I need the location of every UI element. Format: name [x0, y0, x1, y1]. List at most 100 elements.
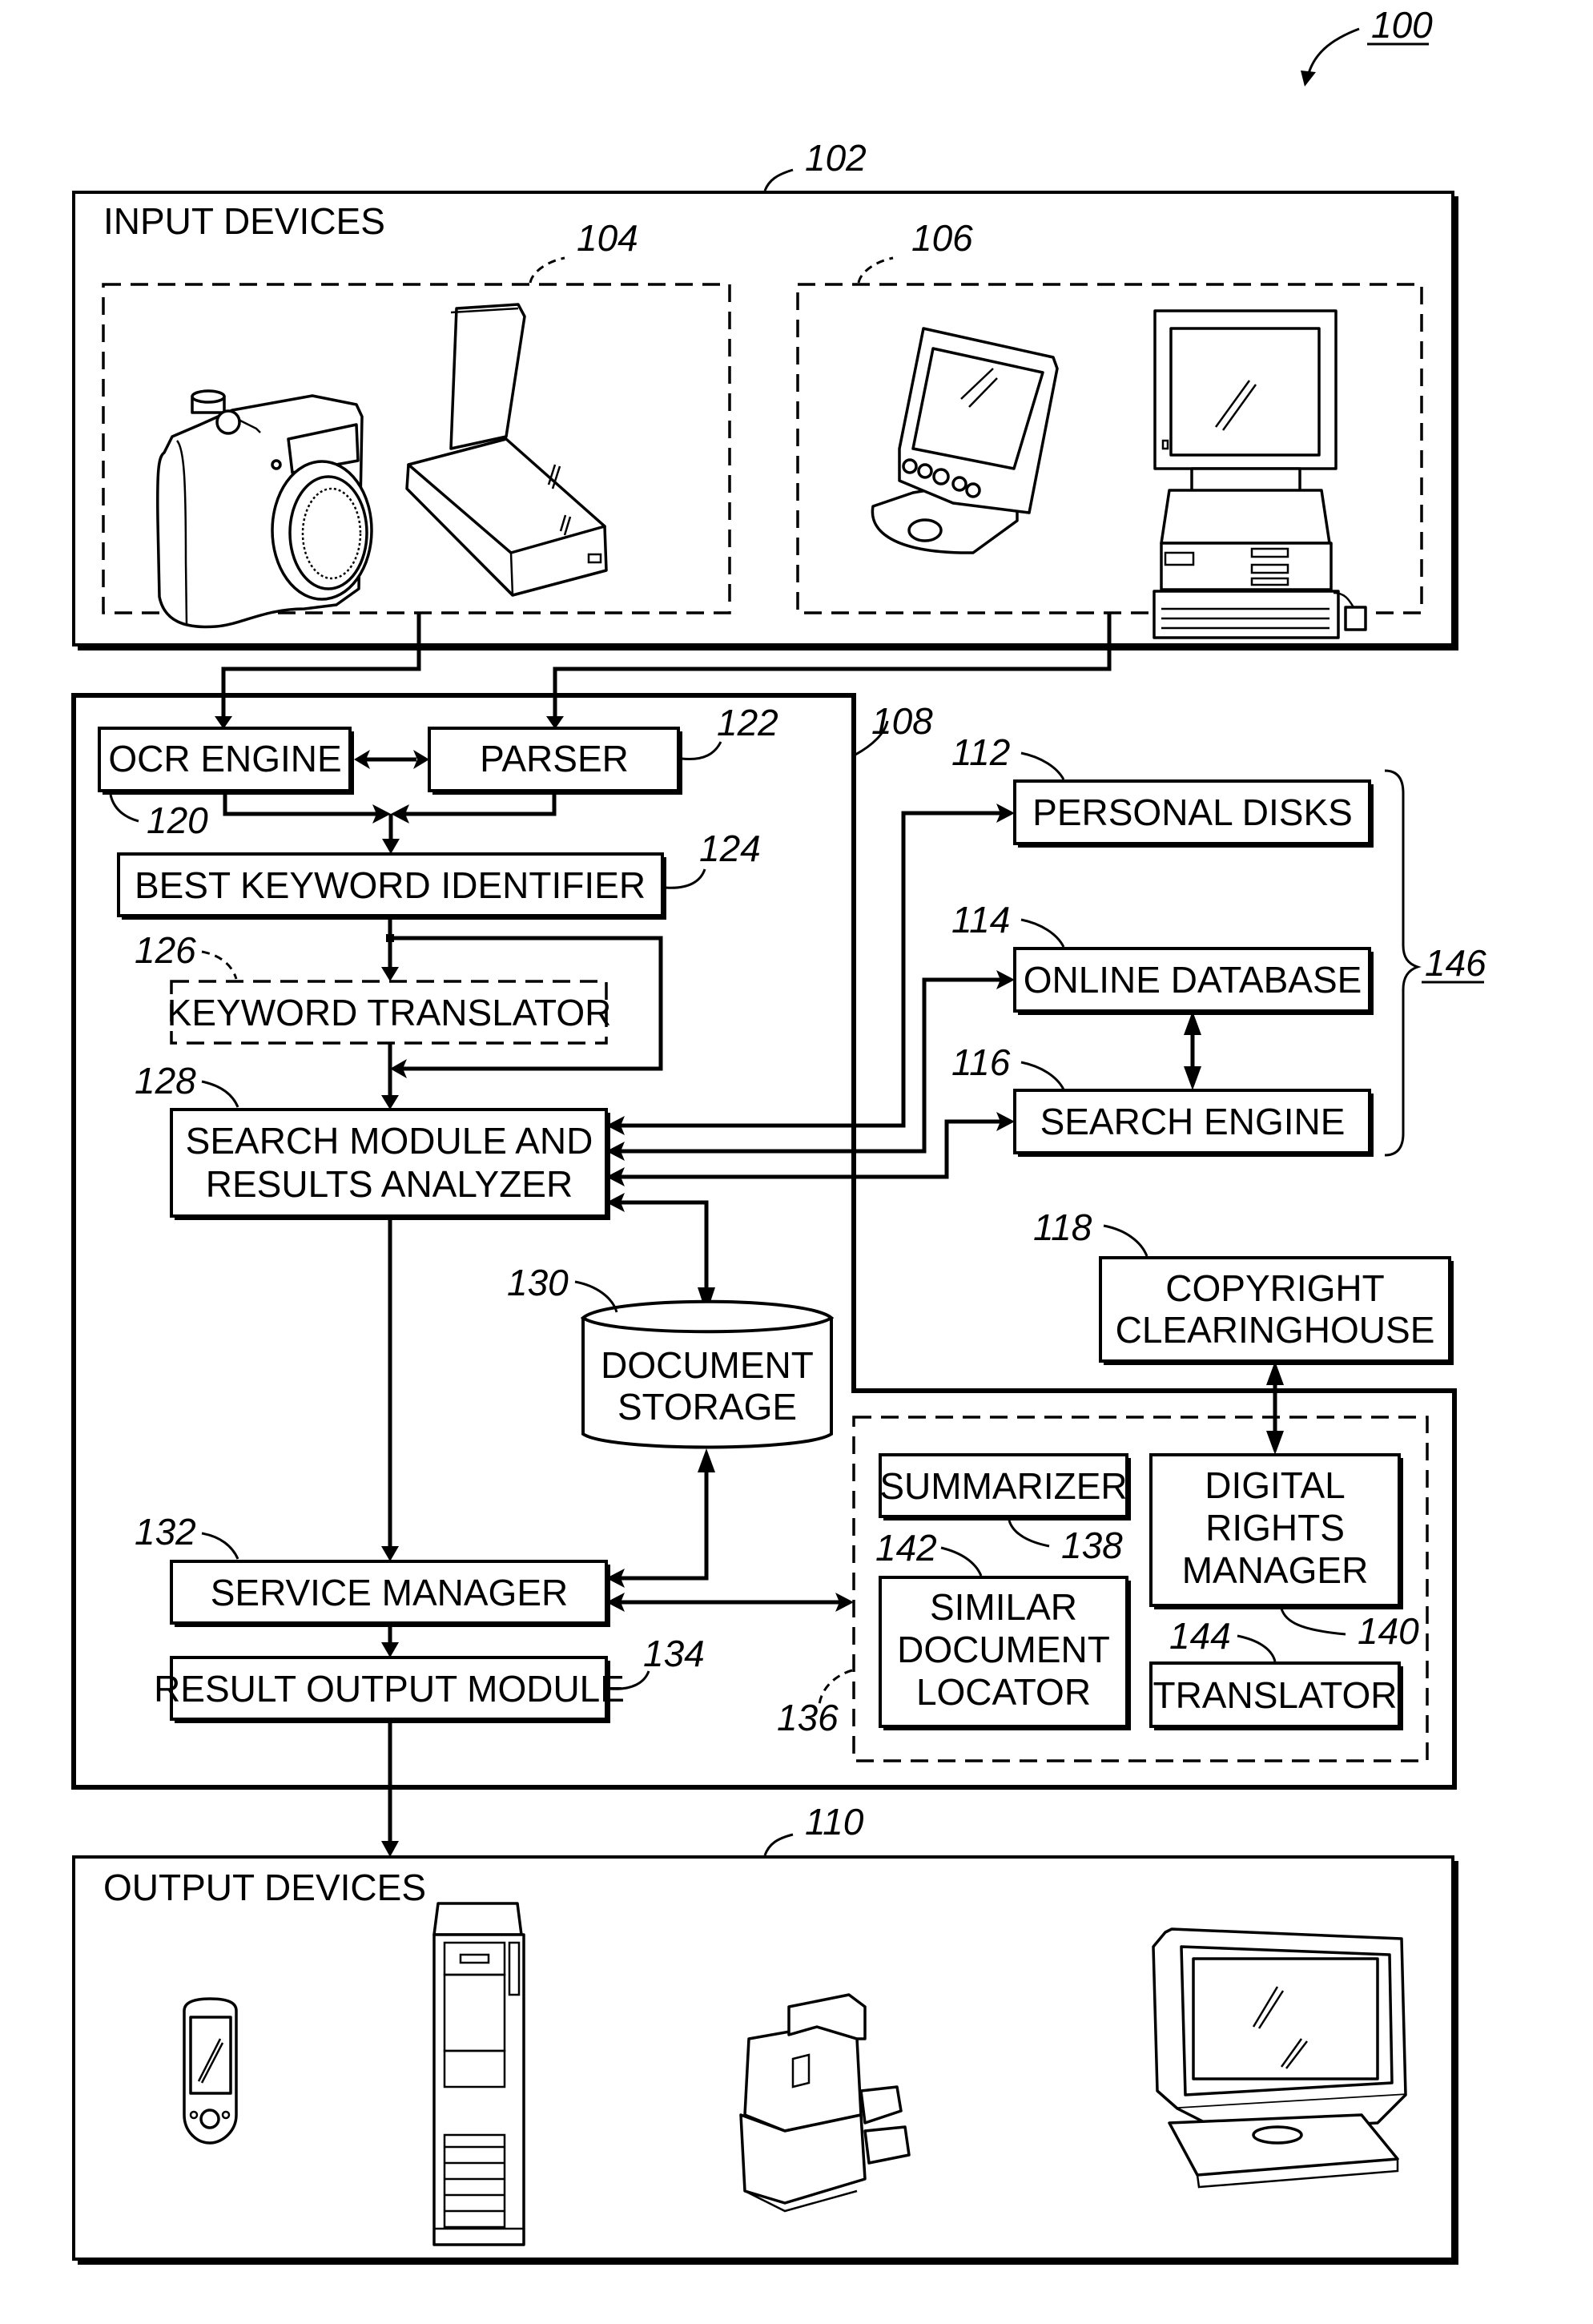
ref-130: 130 — [507, 1262, 569, 1303]
ref-136: 136 — [777, 1697, 839, 1738]
leader-114 — [1020, 918, 1065, 948]
input-devices-title: INPUT DEVICES — [103, 200, 385, 242]
ref-114: 114 — [951, 899, 1010, 940]
translator-box: TRANSLATOR — [1149, 1661, 1403, 1730]
translator-label: TRANSLATOR — [1153, 1674, 1397, 1716]
ref-122: 122 — [717, 702, 778, 743]
leader-118 — [1103, 1224, 1148, 1257]
document-storage-label-line1: DOCUMENT — [601, 1344, 814, 1386]
similar-doc-label-line1: SIMILAR — [930, 1586, 1077, 1628]
arrow-head-icon — [381, 967, 399, 981]
search-module-box: SEARCH MODULE AND RESULTS ANALYZER — [170, 1108, 610, 1220]
figure-ref-100: 100 — [1301, 4, 1433, 87]
keyword-translator-label: KEYWORD TRANSLATOR — [167, 992, 612, 1033]
ref-134: 134 — [643, 1633, 705, 1674]
search-engine-box: SEARCH ENGINE — [1013, 1089, 1374, 1157]
similar-doc-label-line2: DOCUMENT — [897, 1629, 1110, 1670]
copyright-clearinghouse-box: COPYRIGHT CLEARINGHOUSE — [1099, 1256, 1454, 1365]
search-module-label-line1: SEARCH MODULE AND — [186, 1120, 593, 1162]
connector-search-personal-disks — [621, 811, 1005, 1128]
search-module-label-line2: RESULTS ANALYZER — [206, 1163, 573, 1205]
tower-server-icon — [432, 1902, 525, 2246]
ref-112: 112 — [951, 731, 1010, 773]
leader-102 — [763, 168, 794, 191]
leader-128 — [201, 1080, 239, 1108]
arrow-head-icon — [381, 1642, 399, 1657]
output-devices-title: OUTPUT DEVICES — [103, 1867, 426, 1908]
digital-rights-manager-box: DIGITAL RIGHTS MANAGER — [1149, 1453, 1403, 1609]
connector-result-to-output — [381, 1723, 399, 1857]
copyright-label-line2: CLEARINGHOUSE — [1116, 1309, 1435, 1351]
connector-storage-service — [606, 1448, 715, 1588]
drm-label-line1: DIGITAL — [1205, 1464, 1346, 1506]
arrow-head-icon — [698, 1448, 715, 1472]
ref-118: 118 — [1033, 1206, 1092, 1248]
leader-116 — [1020, 1061, 1065, 1090]
ref-138: 138 — [1061, 1524, 1123, 1566]
arrow-head-icon — [381, 1095, 399, 1110]
best-keyword-identifier-label: BEST KEYWORD IDENTIFIER — [135, 864, 646, 906]
ocr-engine-label: OCR ENGINE — [108, 738, 341, 779]
ref-leader — [1306, 27, 1360, 77]
output-devices-panel: OUTPUT DEVICES 110 — [72, 1801, 1458, 2265]
personal-disks-label: PERSONAL DISKS — [1032, 791, 1353, 833]
ref-128: 128 — [135, 1060, 196, 1102]
connector-translator-to-search — [381, 1043, 399, 1110]
leader-144 — [1237, 1634, 1277, 1662]
leader-140 — [1280, 1608, 1346, 1636]
ref-146: 146 — [1425, 942, 1486, 984]
arrow-head-icon — [1184, 1066, 1201, 1090]
ocr-engine-box: OCR ENGINE — [98, 727, 354, 795]
ref-106: 106 — [911, 217, 973, 259]
personal-disks-box: PERSONAL DISKS — [1013, 779, 1374, 848]
ref-126: 126 — [135, 929, 196, 971]
leader-126 — [201, 950, 238, 980]
connector-service-to-services — [606, 1593, 854, 1612]
document-storage-label-line2: STORAGE — [617, 1386, 797, 1428]
leader-110 — [763, 1833, 794, 1856]
ref-110: 110 — [805, 1801, 864, 1843]
arrow-head-icon — [382, 839, 400, 854]
system-diagram: 100 INPUT DEVICES 102 104 106 108 OCR EN… — [71, 4, 1486, 2265]
ref-104: 104 — [577, 217, 638, 259]
ref-140: 140 — [1358, 1610, 1419, 1652]
connector-db-search-engine — [1184, 1011, 1201, 1090]
ref-116: 116 — [951, 1041, 1011, 1083]
arrow-head-icon — [1301, 70, 1316, 87]
online-database-label: ONLINE DATABASE — [1024, 959, 1362, 1001]
similar-doc-label-line3: LOCATOR — [916, 1671, 1091, 1713]
keyword-translator-box: KEYWORD TRANSLATOR — [167, 980, 612, 1045]
leader-132 — [201, 1532, 239, 1560]
arrow-head-icon — [381, 1841, 399, 1857]
ref-102: 102 — [805, 137, 867, 179]
arrow-head-icon — [1266, 1431, 1284, 1455]
copyright-label-line1: COPYRIGHT — [1165, 1267, 1384, 1309]
best-keyword-identifier-box: BEST KEYWORD IDENTIFIER — [117, 852, 666, 920]
ref-label: 100 — [1371, 4, 1433, 46]
parser-box: PARSER — [428, 727, 682, 795]
leader-122 — [681, 741, 722, 761]
online-database-box: ONLINE DATABASE — [1013, 947, 1374, 1015]
leader-142 — [940, 1546, 983, 1577]
connector-service-to-result — [381, 1627, 399, 1657]
parser-label: PARSER — [480, 738, 629, 779]
connector-ocr-parser — [354, 750, 429, 769]
service-manager-box: SERVICE MANAGER — [170, 1560, 610, 1627]
similar-document-locator-box: SIMILAR DOCUMENT LOCATOR — [879, 1576, 1131, 1730]
result-output-module-box: RESULT OUTPUT MODULE — [154, 1656, 625, 1723]
service-manager-label: SERVICE MANAGER — [211, 1572, 568, 1613]
brace-146 — [1384, 769, 1422, 1157]
connector-copyright-drm — [1266, 1361, 1284, 1455]
ref-120: 120 — [147, 800, 208, 841]
leader-138 — [1008, 1520, 1050, 1548]
ref-124: 124 — [699, 828, 761, 869]
input-devices-panel: INPUT DEVICES 102 104 106 — [72, 137, 1458, 650]
drm-label-line3: MANAGER — [1182, 1549, 1369, 1591]
connector-search-storage — [621, 1200, 709, 1294]
drm-label-line2: RIGHTS — [1205, 1507, 1345, 1549]
ref-142: 142 — [875, 1527, 937, 1569]
leader-124 — [665, 868, 706, 889]
summarizer-box: SUMMARIZER — [879, 1453, 1131, 1520]
connector-merge-to-bki — [223, 795, 557, 854]
connector-search-to-service — [381, 1216, 399, 1561]
